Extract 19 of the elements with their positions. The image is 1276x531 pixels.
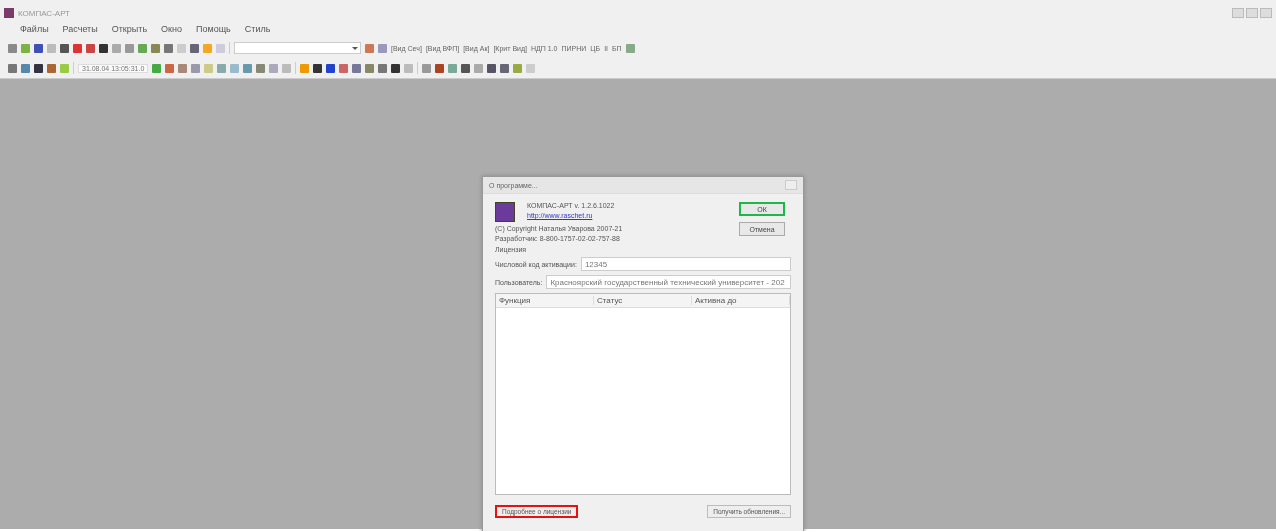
close-button[interactable] bbox=[1260, 8, 1272, 18]
menu-item[interactable]: Расчеты bbox=[62, 24, 98, 34]
close-button[interactable] bbox=[785, 180, 797, 190]
menu-item[interactable]: Окно bbox=[161, 24, 182, 34]
menu-item[interactable]: Помощь bbox=[196, 24, 231, 34]
input-field[interactable]: Красноярский государственный технический университет - 202 bbox=[546, 275, 791, 289]
app-logo-icon bbox=[495, 202, 515, 222]
combo-box[interactable] bbox=[234, 42, 361, 54]
column-header: Активна до bbox=[692, 296, 790, 305]
window-title: КОМПАС-АРТ bbox=[18, 8, 70, 18]
column-header: Статус bbox=[594, 296, 692, 305]
menu-item[interactable]: Открыть bbox=[111, 24, 148, 34]
maximize-button[interactable] bbox=[1246, 8, 1258, 18]
app-icon bbox=[4, 8, 14, 18]
menu-item[interactable]: Стиль bbox=[244, 24, 271, 34]
minimize-button[interactable] bbox=[1232, 8, 1244, 18]
column-header: Функция bbox=[496, 296, 594, 305]
menu-item[interactable]: Файлы bbox=[20, 24, 49, 34]
input-field[interactable]: 12345 bbox=[580, 257, 791, 271]
